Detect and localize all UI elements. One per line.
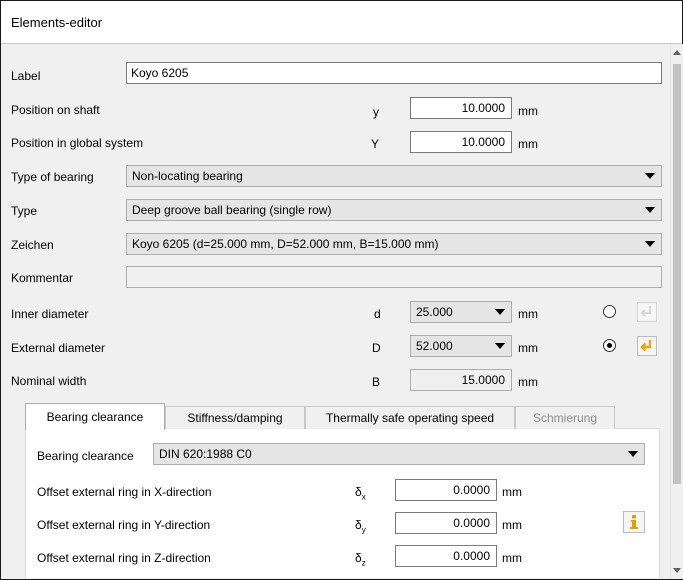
bearing-clearance-value: DIN 620:1988 C0 bbox=[159, 447, 252, 461]
position-on-shaft-symbol: y bbox=[373, 105, 379, 119]
inner-diameter-label: Inner diameter bbox=[11, 307, 89, 321]
offset-z-unit: mm bbox=[502, 551, 522, 565]
nominal-width-input[interactable]: 15.0000 bbox=[410, 369, 512, 391]
nominal-width-symbol: B bbox=[372, 375, 381, 389]
external-diameter-unit: mm bbox=[518, 341, 538, 355]
chevron-down-icon bbox=[645, 207, 655, 213]
zeichen-label: Zeichen bbox=[11, 238, 54, 252]
tab-thermally-safe-operating-speed[interactable]: Thermally safe operating speed bbox=[305, 406, 515, 429]
position-on-shaft-input[interactable]: 10.0000 bbox=[410, 97, 512, 119]
offset-x-unit: mm bbox=[502, 485, 522, 499]
offset-z-symbol: δz bbox=[355, 551, 366, 568]
label-field-label: Label bbox=[11, 69, 41, 83]
offset-z-input[interactable]: 0.0000 bbox=[395, 545, 497, 567]
offset-y-input[interactable]: 0.0000 bbox=[395, 512, 497, 534]
external-diameter-select[interactable]: 52.000 bbox=[410, 335, 512, 357]
info-icon bbox=[630, 515, 638, 529]
position-on-shaft-label: Position on shaft bbox=[11, 103, 100, 117]
type-of-bearing-label: Type of bearing bbox=[11, 170, 94, 184]
nominal-width-label: Nominal width bbox=[11, 374, 87, 388]
type-of-bearing-select[interactable]: Non-locating bearing bbox=[126, 165, 662, 187]
chevron-down-icon bbox=[495, 343, 505, 349]
scrollbar-thumb[interactable] bbox=[673, 64, 681, 484]
type-label: Type bbox=[11, 204, 38, 218]
offset-y-label: Offset external ring in Y-direction bbox=[37, 518, 211, 532]
offset-y-unit: mm bbox=[502, 518, 522, 532]
kommentar-input[interactable] bbox=[126, 266, 662, 288]
position-global-label: Position in global system bbox=[11, 136, 144, 150]
scroll-down-arrow-icon[interactable] bbox=[673, 568, 681, 573]
external-diameter-value: 52.000 bbox=[416, 339, 453, 353]
external-diameter-radio[interactable] bbox=[603, 339, 616, 352]
zeichen-value: Koyo 6205 (d=25.000 mm, D=52.000 mm, B=1… bbox=[132, 237, 439, 251]
tab-bearing-clearance[interactable]: Bearing clearance bbox=[25, 403, 165, 430]
inner-diameter-symbol: d bbox=[374, 307, 381, 321]
nominal-width-unit: mm bbox=[518, 375, 538, 389]
tab-schmierung[interactable]: Schmierung bbox=[515, 406, 615, 429]
chevron-down-icon bbox=[628, 451, 638, 457]
label-input[interactable]: Koyo 6205 bbox=[126, 62, 662, 84]
inner-diameter-select[interactable]: 25.000 bbox=[410, 301, 512, 323]
bearing-clearance-select[interactable]: DIN 620:1988 C0 bbox=[153, 443, 645, 465]
type-of-bearing-value: Non-locating bearing bbox=[132, 169, 243, 183]
inner-diameter-unit: mm bbox=[518, 307, 538, 321]
position-global-unit: mm bbox=[518, 137, 538, 151]
vertical-scrollbar[interactable] bbox=[670, 44, 683, 579]
kommentar-label: Kommentar bbox=[11, 271, 74, 285]
type-value: Deep groove ball bearing (single row) bbox=[132, 203, 332, 217]
offset-x-symbol: δx bbox=[355, 485, 366, 502]
position-on-shaft-unit: mm bbox=[518, 104, 538, 118]
external-diameter-symbol: D bbox=[372, 341, 381, 355]
scroll-up-arrow-icon[interactable] bbox=[673, 50, 681, 55]
chevron-down-icon bbox=[645, 241, 655, 247]
chevron-down-icon bbox=[495, 309, 505, 315]
info-button[interactable] bbox=[623, 511, 645, 533]
external-diameter-apply-button[interactable] bbox=[637, 336, 657, 356]
tab-stiffness-damping[interactable]: Stiffness/damping bbox=[165, 406, 305, 429]
bearing-clearance-label: Bearing clearance bbox=[37, 449, 134, 463]
radio-selected-dot bbox=[607, 343, 612, 348]
offset-x-label: Offset external ring in X-direction bbox=[37, 485, 212, 499]
inner-diameter-value: 25.000 bbox=[416, 305, 453, 319]
return-arrow-icon bbox=[640, 340, 652, 352]
return-arrow-icon bbox=[640, 306, 651, 317]
offset-x-input[interactable]: 0.0000 bbox=[395, 479, 497, 501]
position-global-symbol: Y bbox=[371, 137, 380, 151]
offset-y-symbol: δy bbox=[355, 518, 366, 535]
chevron-down-icon bbox=[645, 173, 655, 179]
position-global-input[interactable]: 10.0000 bbox=[410, 131, 512, 153]
external-diameter-label: External diameter bbox=[11, 341, 106, 355]
offset-z-label: Offset external ring in Z-direction bbox=[37, 551, 211, 565]
elements-editor-window: Elements-editor Label Koyo 6205 Position… bbox=[0, 0, 683, 580]
title-bar: Elements-editor bbox=[1, 1, 682, 44]
zeichen-select[interactable]: Koyo 6205 (d=25.000 mm, D=52.000 mm, B=1… bbox=[126, 233, 662, 255]
inner-diameter-radio[interactable] bbox=[603, 305, 616, 318]
window-title: Elements-editor bbox=[11, 15, 103, 30]
inner-diameter-apply-button[interactable] bbox=[637, 302, 657, 322]
type-select[interactable]: Deep groove ball bearing (single row) bbox=[126, 199, 662, 221]
